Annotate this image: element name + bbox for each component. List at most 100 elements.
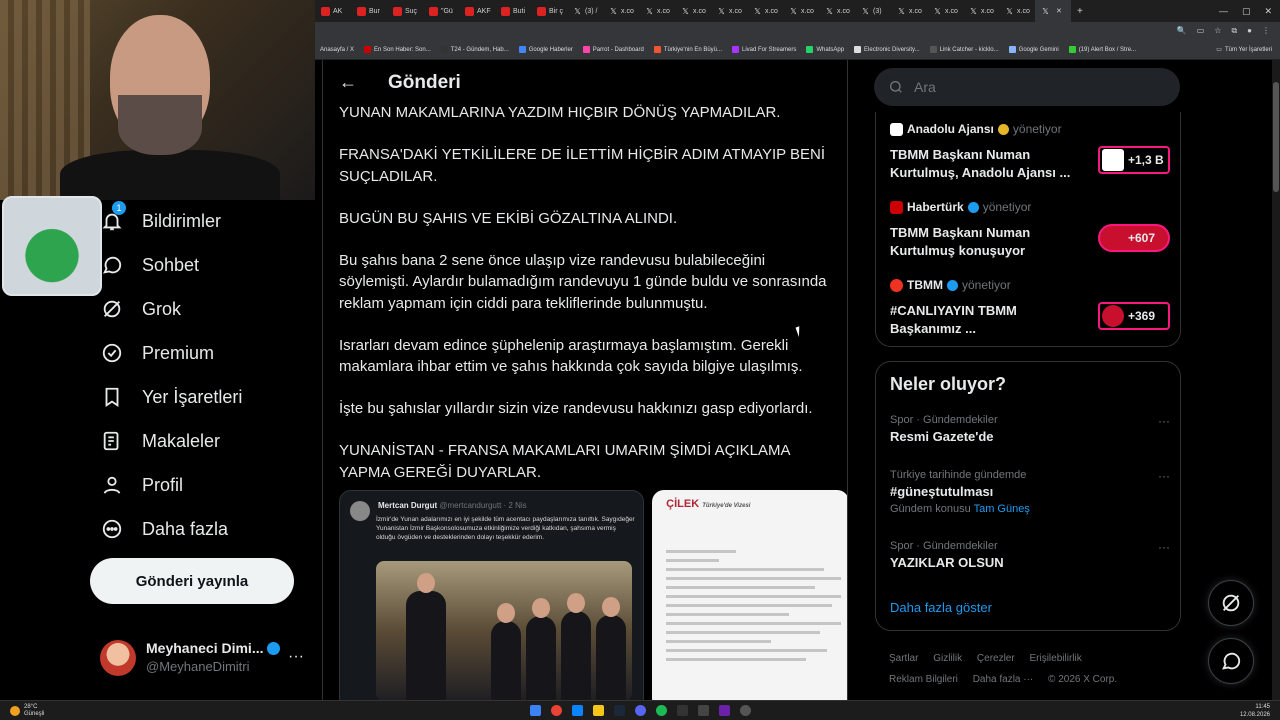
news-title: TBMM Başkanı Numan Kurtulmuş, Anadolu Aj… bbox=[890, 147, 1071, 180]
nav-profile[interactable]: Profil bbox=[100, 470, 183, 500]
trend-item[interactable]: Spor · Gündemdekiler YAZIKLAR OLSUN ··· bbox=[890, 540, 1170, 570]
browser-tab[interactable]: 𝕏x.co bbox=[927, 0, 963, 22]
nav-articles[interactable]: Makaleler bbox=[100, 426, 220, 456]
nav-chat[interactable]: Sohbet bbox=[100, 250, 199, 280]
news-item[interactable]: TBMM yönetiyor #CANLIYAYIN TBMM Başkanımı… bbox=[890, 278, 1170, 348]
bookmark-item[interactable]: Anasayfa / X bbox=[315, 47, 359, 53]
news-thumb bbox=[1102, 305, 1124, 327]
more-circle-icon bbox=[100, 517, 124, 541]
browser-tab[interactable]: 𝕏x.co bbox=[891, 0, 927, 22]
browser-tab[interactable]: AK bbox=[315, 0, 351, 22]
browser-tab[interactable]: 𝕏x.co bbox=[711, 0, 747, 22]
bookmark-item[interactable]: Türkiye'nin En Büyü... bbox=[649, 46, 727, 53]
bookmark-item[interactable]: Parrot - Dashboard bbox=[578, 46, 649, 53]
browser-tab[interactable]: Bur bbox=[351, 0, 387, 22]
extensions-icon[interactable]: ⧉ bbox=[1231, 26, 1237, 36]
edge-icon[interactable] bbox=[572, 705, 583, 716]
more-dots-icon[interactable]: ··· bbox=[1158, 414, 1170, 428]
footer-link[interactable]: Erişilebilirlik bbox=[1029, 653, 1081, 664]
trend-sub-link[interactable]: Tam Güneş bbox=[974, 503, 1030, 515]
epic-icon[interactable] bbox=[677, 705, 688, 716]
star-icon[interactable]: ☆ bbox=[1214, 26, 1221, 36]
browser-tab[interactable]: 𝕏 (3) / bbox=[567, 0, 603, 22]
discord-icon[interactable] bbox=[635, 705, 646, 716]
messages-fab-button[interactable] bbox=[1208, 638, 1254, 684]
browser-tab[interactable]: 𝕏 (3) bbox=[855, 0, 891, 22]
footer-link[interactable]: Çerezler bbox=[977, 653, 1015, 664]
scrollbar-thumb[interactable] bbox=[1273, 82, 1279, 192]
footer-link[interactable]: Daha fazla ··· bbox=[973, 674, 1034, 685]
trend-item[interactable]: Türkiye tarihinde gündemde #güneştutulma… bbox=[890, 469, 1170, 515]
explorer-icon[interactable] bbox=[593, 705, 604, 716]
media-image-quote[interactable]: Mertcan Durgut @mertcandurgutt · 2 Nis İ… bbox=[339, 490, 645, 700]
grok-fab-button[interactable] bbox=[1208, 580, 1254, 626]
close-tab-icon[interactable]: ✕ bbox=[1056, 7, 1062, 15]
browser-tab[interactable]: Bir ç bbox=[531, 0, 567, 22]
bookmark-item[interactable]: Livad For Streamers bbox=[727, 46, 801, 53]
maximize-icon[interactable]: ▢ bbox=[1242, 6, 1251, 17]
browser-tab-active[interactable]: 𝕏 ✕ bbox=[1035, 0, 1071, 22]
all-bookmarks[interactable]: ▭ Tüm Yer İşaretleri bbox=[1211, 46, 1280, 54]
search-input[interactable]: Ara bbox=[874, 68, 1180, 106]
profile-icon[interactable]: ● bbox=[1247, 26, 1252, 36]
more-dots-icon[interactable]: ··· bbox=[1158, 469, 1170, 483]
bookmark-item[interactable]: Google Haberler bbox=[514, 46, 578, 53]
footer-link[interactable]: Reklam Bilgileri bbox=[889, 674, 958, 685]
start-icon[interactable] bbox=[530, 705, 541, 716]
app-icon[interactable] bbox=[719, 705, 730, 716]
close-window-icon[interactable]: ✕ bbox=[1264, 6, 1272, 17]
browser-tab[interactable]: 𝕏x.co bbox=[639, 0, 675, 22]
browser-tab[interactable]: AKF bbox=[459, 0, 495, 22]
browser-tab[interactable]: 𝕏x.co bbox=[675, 0, 711, 22]
bookmark-item[interactable]: T24 - Gündem, Hab... bbox=[436, 46, 514, 53]
chrome-icon[interactable] bbox=[551, 705, 562, 716]
nav-premium[interactable]: Premium bbox=[100, 338, 214, 368]
minimize-icon[interactable]: — bbox=[1219, 6, 1228, 17]
footer-link[interactable]: Şartlar bbox=[889, 653, 918, 664]
quote-avatar bbox=[350, 501, 370, 521]
browser-tab[interactable]: 𝕏x.co bbox=[603, 0, 639, 22]
page-scrollbar[interactable] bbox=[1272, 60, 1280, 700]
more-dots-icon[interactable]: ··· bbox=[288, 648, 304, 666]
browser-tab[interactable]: 𝕏x.co bbox=[819, 0, 855, 22]
media-image-document[interactable]: ÇİLEK Türkiye'de Vizesi bbox=[652, 490, 847, 700]
new-tab-icon[interactable]: + bbox=[1071, 6, 1089, 17]
more-dots-icon[interactable]: ··· bbox=[1158, 540, 1170, 554]
nav-grok[interactable]: Grok bbox=[100, 294, 181, 324]
app-icon[interactable] bbox=[698, 705, 709, 716]
news-item[interactable]: Anadolu Ajansı yönetiyor TBMM Başkanı Num… bbox=[890, 122, 1170, 192]
address-bar[interactable]: 🔍 ▭ ☆ ⧉ ● ⋮ bbox=[315, 22, 1280, 40]
news-item[interactable]: Habertürk yönetiyor TBMM Başkanı Numan Ku… bbox=[890, 200, 1170, 270]
browser-tab[interactable]: Suç bbox=[387, 0, 423, 22]
bookmark-item[interactable]: Google Gemini bbox=[1004, 46, 1064, 53]
back-arrow-icon[interactable]: ← bbox=[339, 72, 357, 93]
cast-icon[interactable]: ▭ bbox=[1197, 26, 1205, 36]
browser-tab[interactable]: Buti bbox=[495, 0, 531, 22]
browser-tab[interactable]: 𝕏x.co bbox=[963, 0, 999, 22]
bookmark-item[interactable]: WhatsApp bbox=[801, 46, 849, 53]
account-switcher[interactable]: Meyhaneci Dimi... @MeyhaneDimitri ··· bbox=[100, 638, 320, 678]
bookmark-item[interactable]: Electronic Diversity... bbox=[849, 46, 925, 53]
browser-tab[interactable]: 𝕏x.co bbox=[999, 0, 1035, 22]
steam-icon[interactable] bbox=[614, 705, 625, 716]
show-more-link[interactable]: Daha fazla göster bbox=[890, 600, 992, 615]
nav-more[interactable]: Daha fazla bbox=[100, 514, 228, 544]
app-icon[interactable] bbox=[740, 705, 751, 716]
trend-item[interactable]: Spor · Gündemdekiler Resmi Gazete'de ··· bbox=[890, 414, 1170, 444]
footer-link[interactable]: Gizlilik bbox=[933, 653, 962, 664]
browser-tab[interactable]: 𝕏x.co bbox=[747, 0, 783, 22]
gold-verified-icon bbox=[997, 123, 1009, 135]
bookmark-item[interactable]: (19) Alert Box / Stre... bbox=[1064, 46, 1141, 53]
bookmark-item[interactable]: Link Catcher - kicklo... bbox=[925, 46, 1004, 53]
bookmark-item[interactable]: En Son Haber: Son... bbox=[359, 46, 436, 53]
spotify-icon[interactable] bbox=[656, 705, 667, 716]
browser-tab[interactable]: "Gü bbox=[423, 0, 459, 22]
weather-widget[interactable]: 28°C Güneşli bbox=[0, 704, 44, 718]
browser-tab[interactable]: 𝕏x.co bbox=[783, 0, 819, 22]
menu-icon[interactable]: ⋮ bbox=[1262, 26, 1270, 36]
nav-notifications[interactable]: 1 Bildirimler bbox=[100, 201, 221, 236]
post-button[interactable]: Gönderi yayınla bbox=[90, 558, 294, 604]
nav-bookmarks[interactable]: Yer İşaretleri bbox=[100, 382, 242, 412]
system-clock[interactable]: 11:45 12.08.2026 bbox=[1240, 703, 1270, 719]
zoom-icon[interactable]: 🔍 bbox=[1177, 26, 1187, 36]
